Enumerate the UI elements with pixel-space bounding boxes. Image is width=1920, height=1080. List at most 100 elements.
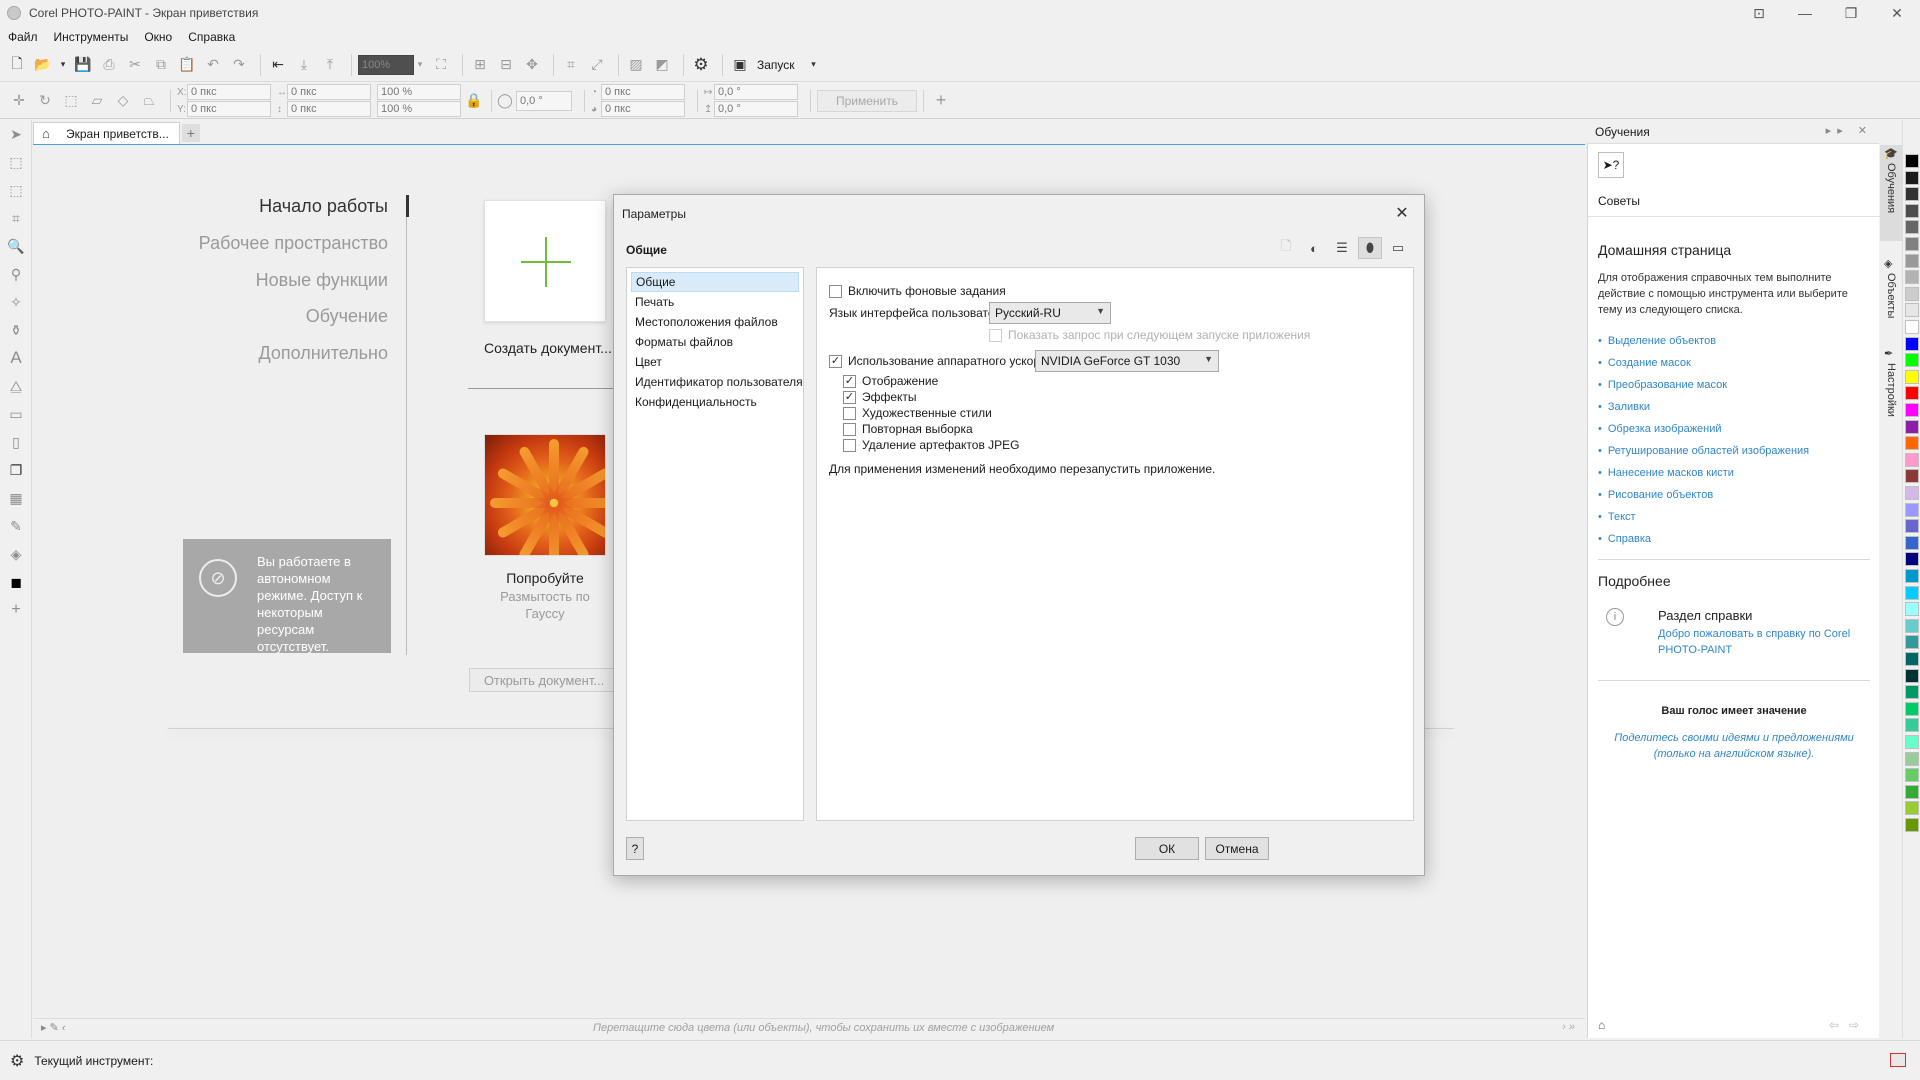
color-swatch[interactable] [1905, 519, 1919, 534]
create-document-label[interactable]: Создать документ... [484, 340, 612, 356]
color-swatch[interactable] [1905, 286, 1919, 301]
cancel-button[interactable]: Отмена [1205, 837, 1269, 860]
fill-tool-icon[interactable]: ⧋ [0, 372, 32, 400]
y-field[interactable]: 0 пкс [187, 101, 271, 117]
minimize-button[interactable]: — [1782, 0, 1828, 26]
color-swatch[interactable] [1905, 353, 1919, 368]
link-retouch[interactable]: Ретуширование областей изображения [1598, 440, 1809, 462]
move-icon[interactable]: ✛ [8, 90, 30, 112]
jpeg-checkbox[interactable] [843, 438, 856, 452]
undo-icon[interactable]: ↶ [202, 54, 224, 76]
mask-mode-icon[interactable]: ◩ [651, 54, 673, 76]
color-swatch[interactable] [1905, 203, 1919, 218]
try-gaussian-blur-thumbnail[interactable] [484, 434, 606, 556]
lock-ratio-icon[interactable]: 🔒 [465, 90, 482, 112]
add-icon[interactable]: + [930, 90, 952, 112]
launch-icon[interactable]: ▣ [729, 54, 751, 76]
color-swatch[interactable] [1905, 320, 1919, 334]
distort-icon[interactable]: ◇ [112, 90, 134, 112]
color-swatch[interactable] [1905, 735, 1919, 749]
align-icon[interactable]: ⊞ [469, 54, 491, 76]
color-swatch[interactable] [1905, 436, 1919, 451]
nav-learning[interactable]: Обучение [306, 306, 388, 327]
width-field[interactable]: 0 пкс [287, 84, 371, 100]
color-swatch[interactable] [1905, 635, 1919, 650]
nav-workspace[interactable]: Рабочее пространство [199, 233, 388, 254]
skew-y-field[interactable]: 0,0 ° [714, 101, 798, 117]
transparency-tool-icon[interactable]: ▦ [0, 484, 32, 512]
bg-tasks-label[interactable]: Включить фоновые задания [848, 284, 1006, 298]
color-swatch[interactable] [1905, 535, 1919, 550]
vtab-objects[interactable]: ◈ Объекты [1880, 255, 1902, 339]
color-swatch[interactable] [1905, 253, 1919, 268]
link-brush-masks[interactable]: Нанесение масков кисти [1598, 462, 1809, 484]
color-swatch[interactable] [1905, 801, 1919, 816]
vtab-properties[interactable]: ✒ Настройки [1880, 345, 1902, 435]
print-icon[interactable]: ⎙ [98, 54, 120, 76]
try-label[interactable]: Попробуйте [484, 570, 606, 586]
docker-controls-icon[interactable]: ▸▸ ✕ [1826, 124, 1873, 137]
pick-tool-icon[interactable]: ➤ [0, 120, 32, 148]
apply-button[interactable]: Применить [817, 89, 918, 112]
feedback-link[interactable]: Поделитесь своими идеями и предложениями… [1608, 730, 1860, 762]
status-gear-icon[interactable]: ⚙ [10, 1051, 24, 1071]
launch-label[interactable]: Запуск [757, 58, 795, 72]
save-icon[interactable]: 💾 [72, 54, 94, 76]
crop-icon[interactable]: ⌗ [560, 54, 582, 76]
color-swatch[interactable] [1905, 369, 1919, 384]
link-create-masks[interactable]: Создание масок [1598, 352, 1809, 374]
tree-file-formats[interactable]: Форматы файлов [627, 332, 803, 352]
link-select-objects[interactable]: Выделение объектов [1598, 330, 1809, 352]
workspace-category-icon[interactable]: ▭ [1386, 237, 1410, 259]
text-tool-icon[interactable]: A [0, 344, 32, 372]
color-swatch[interactable] [1905, 585, 1919, 600]
tree-print[interactable]: Печать [627, 292, 803, 312]
tree-general[interactable]: Общие [631, 272, 799, 292]
account-icon[interactable]: ⊡ [1736, 0, 1782, 26]
color-swatch[interactable] [1905, 668, 1919, 683]
color-swatch[interactable] [1905, 569, 1919, 583]
display-checkbox[interactable]: ✓ [843, 374, 856, 388]
effects-label[interactable]: Эффекты [862, 390, 917, 404]
tab-welcome[interactable]: ⌂ Экран приветств... [33, 122, 180, 144]
center-x-field[interactable]: 0 пкс [601, 84, 685, 100]
menu-file[interactable]: Файл [8, 30, 38, 44]
eyedropper-tool-icon[interactable]: ⚲ [0, 260, 32, 288]
menu-window[interactable]: Окно [144, 30, 172, 44]
nav-whats-new[interactable]: Новые функции [256, 270, 388, 291]
color-swatch[interactable] [1905, 652, 1919, 666]
help-welcome-link[interactable]: Добро пожаловать в справку по Corel PHOT… [1658, 626, 1868, 658]
center-y-field[interactable]: 0 пкс [601, 101, 685, 117]
scale-x-field[interactable]: 100 % [377, 84, 461, 100]
menu-tools[interactable]: Инструменты [54, 30, 129, 44]
nav-getting-started[interactable]: Начало работы [259, 196, 388, 217]
open-document-button[interactable]: Открыть документ... [469, 668, 619, 692]
zoom-tool-icon[interactable]: 🔍 [0, 232, 32, 260]
crop-tool-icon[interactable]: ⌗ [0, 204, 32, 232]
art-styles-checkbox[interactable] [843, 406, 856, 420]
dialog-close-icon[interactable]: ✕ [1390, 201, 1414, 225]
color-swatch[interactable] [1905, 618, 1919, 633]
zoom-level-field[interactable]: 100% [358, 54, 414, 75]
mask-transform-icon[interactable]: ⬚ [0, 176, 32, 204]
link-help[interactable]: Справка [1598, 528, 1809, 550]
nav-more[interactable]: Дополнительно [258, 343, 388, 364]
palette-left-controls-icon[interactable]: ▸ ✎ ‹ [41, 1021, 66, 1034]
color-swatch[interactable] [1905, 685, 1919, 700]
color-swatch[interactable] [1905, 419, 1919, 434]
color-swatch[interactable] [1905, 303, 1919, 318]
add-tool-icon[interactable]: + [0, 596, 32, 624]
color-swatch[interactable] [1905, 602, 1919, 617]
paste-icon[interactable]: 📋 [176, 54, 198, 76]
perspective-icon[interactable]: ⏢ [138, 90, 160, 112]
color-swatch[interactable] [1905, 818, 1919, 832]
art-styles-label[interactable]: Художественные стили [862, 406, 992, 420]
tree-color[interactable]: Цвет [627, 352, 803, 372]
restore-to-checkpoint-icon[interactable]: ⇤ [267, 54, 289, 76]
color-swatch[interactable] [1905, 386, 1919, 401]
skew-icon[interactable]: ▱ [86, 90, 108, 112]
color-swatch[interactable] [1905, 469, 1919, 484]
hw-accel-checkbox[interactable]: ✓ [829, 354, 842, 368]
ui-language-select[interactable]: Русский-RU ▼ [989, 302, 1111, 324]
mask-tool-icon[interactable]: ⬚ [0, 148, 32, 176]
